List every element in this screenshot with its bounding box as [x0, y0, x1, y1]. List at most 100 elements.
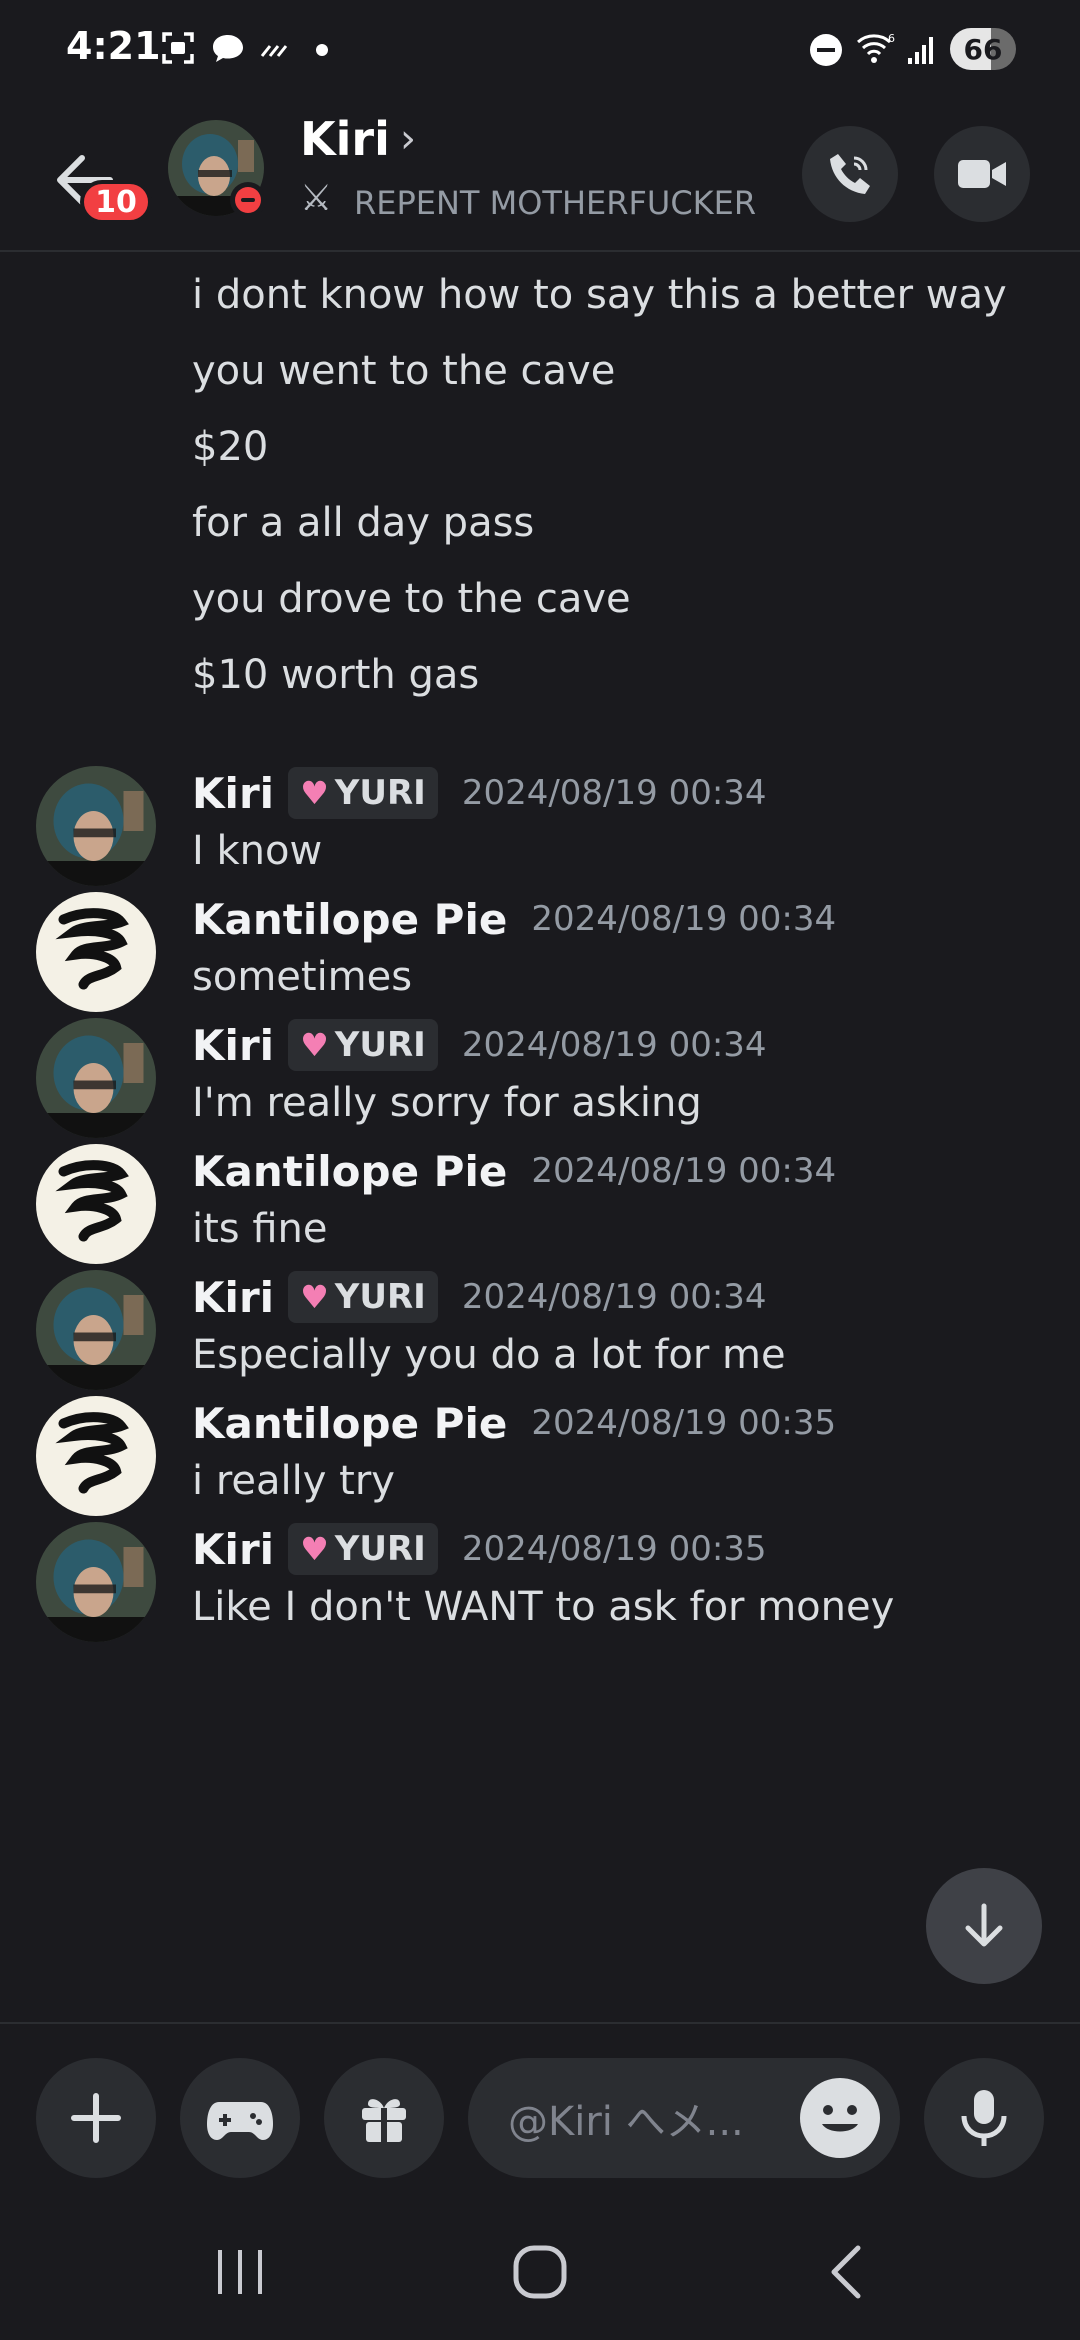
timestamp: 2024/08/19 00:34 — [531, 899, 837, 939]
role-tag: ♥ YURI — [288, 1271, 438, 1323]
message-header: Kantilope Pie 2024/08/19 00:35 — [192, 1392, 836, 1454]
game-controller-icon — [207, 2102, 273, 2140]
chevron-right-icon[interactable]: › — [400, 116, 416, 162]
timestamp: 2024/08/19 00:34 — [461, 1277, 767, 1317]
phone-icon — [830, 154, 870, 194]
microphone-icon — [961, 2090, 1007, 2146]
kiri-avatar-image — [36, 766, 156, 886]
add-attachment-button[interactable] — [36, 2058, 156, 2178]
kiri-avatar-image — [36, 1522, 156, 1642]
screenshot-icon — [162, 32, 194, 64]
role-label: YURI — [334, 773, 426, 813]
heart-icon: ♥ — [300, 1530, 329, 1568]
role-tag: ♥ YURI — [288, 767, 438, 819]
status-time: 4:21 — [66, 24, 161, 68]
kantilope-avatar-image — [36, 1396, 156, 1516]
message-text: Like I don't WANT to ask for money — [192, 1584, 895, 1630]
role-label: YURI — [334, 1529, 426, 1569]
kiri-avatar-image — [36, 1270, 156, 1390]
message-line: $10 worth gas — [192, 652, 480, 698]
gift-icon — [362, 2099, 406, 2142]
heart-icon: ♥ — [300, 774, 329, 812]
arrow-down-icon — [965, 1903, 1003, 1947]
status-bar: 4:21 6 66 — [0, 0, 1080, 100]
avatar[interactable] — [36, 766, 156, 886]
message-input-placeholder: @Kiri へメ... — [508, 2099, 744, 2145]
channel-header: 10 Kiri › ⚔ REPENT MOTHERFUCKER — [0, 100, 1080, 252]
recent-apps-button[interactable] — [200, 2242, 280, 2302]
heart-icon: ♥ — [300, 1026, 329, 1064]
message-text: sometimes — [192, 954, 413, 1000]
avatar[interactable] — [36, 1522, 156, 1642]
author-name[interactable]: Kiri — [192, 1021, 274, 1070]
activities-button[interactable] — [180, 2058, 300, 2178]
unread-badge: 10 — [80, 180, 152, 224]
data-transfer-icon — [260, 45, 288, 57]
avatar[interactable] — [36, 1396, 156, 1516]
plus-icon — [71, 2093, 121, 2143]
video-camera-icon — [958, 160, 1006, 188]
avatar[interactable] — [36, 1144, 156, 1264]
message-line: $20 — [192, 424, 269, 470]
cell-signal-icon — [908, 37, 933, 64]
kantilope-avatar-image — [36, 1144, 156, 1264]
emoji-button[interactable] — [800, 2078, 880, 2158]
timestamp: 2024/08/19 00:34 — [461, 1025, 767, 1065]
message-text: i really try — [192, 1458, 395, 1504]
author-name[interactable]: Kiri — [192, 769, 274, 818]
message-header: Kiri ♥ YURI 2024/08/19 00:35 — [192, 1518, 767, 1580]
message-list[interactable]: i dont know how to say this a better way… — [0, 252, 1080, 2022]
chat-bubble-icon — [213, 35, 243, 62]
message-header: Kiri ♥ YURI 2024/08/19 00:34 — [192, 762, 767, 824]
message-line: i dont know how to say this a better way — [192, 272, 1007, 318]
heart-icon: ♥ — [300, 1278, 329, 1316]
timestamp: 2024/08/19 00:34 — [531, 1151, 837, 1191]
gift-button[interactable] — [324, 2058, 444, 2178]
role-label: YURI — [334, 1025, 426, 1065]
home-icon — [513, 2245, 567, 2299]
crossed-swords-icon: ⚔ — [300, 178, 333, 219]
voice-message-button[interactable] — [924, 2058, 1044, 2178]
recent-apps-icon — [218, 2250, 262, 2294]
message-header: Kantilope Pie 2024/08/19 00:34 — [192, 888, 836, 950]
message-item[interactable]: Kiri ♥ YURI 2024/08/19 00:35 Like I don't… — [0, 1518, 1080, 1678]
role-label: YURI — [334, 1277, 426, 1317]
android-nav-bar — [0, 2202, 1080, 2340]
timestamp: 2024/08/19 00:35 — [531, 1403, 837, 1443]
message-line: you went to the cave — [192, 348, 616, 394]
message-text: I'm really sorry for asking — [192, 1080, 702, 1126]
kiri-avatar-image — [36, 1018, 156, 1138]
kantilope-avatar-image — [36, 892, 156, 1012]
notification-dot-icon — [316, 44, 328, 56]
do-not-disturb-icon — [810, 34, 842, 66]
jump-to-latest-button[interactable] — [926, 1868, 1042, 1984]
voice-call-button[interactable] — [802, 126, 898, 222]
author-name[interactable]: Kantilope Pie — [192, 1399, 507, 1448]
author-name[interactable]: Kiri — [192, 1525, 274, 1574]
author-name[interactable]: Kantilope Pie — [192, 895, 507, 944]
author-name[interactable]: Kiri — [192, 1273, 274, 1322]
chevron-left-icon — [831, 2245, 861, 2299]
message-header: Kiri ♥ YURI 2024/08/19 00:34 — [192, 1014, 767, 1076]
message-composer: @Kiri へメ... — [0, 2022, 1080, 2204]
message-line: for a all day pass — [192, 500, 535, 546]
do-not-disturb-status-icon — [230, 182, 266, 218]
avatar[interactable] — [36, 892, 156, 1012]
battery-indicator: 66 — [950, 28, 1016, 70]
video-call-button[interactable] — [934, 126, 1030, 222]
home-button[interactable] — [504, 2238, 576, 2306]
avatar[interactable] — [36, 1018, 156, 1138]
battery-level: 66 — [963, 32, 1003, 66]
role-tag: ♥ YURI — [288, 1019, 438, 1071]
author-name[interactable]: Kantilope Pie — [192, 1147, 507, 1196]
avatar[interactable] — [36, 1270, 156, 1390]
timestamp: 2024/08/19 00:35 — [461, 1529, 767, 1569]
back-nav-button[interactable] — [806, 2242, 886, 2302]
message-header: Kantilope Pie 2024/08/19 00:34 — [192, 1140, 836, 1202]
message-text: Especially you do a lot for me — [192, 1332, 786, 1378]
timestamp: 2024/08/19 00:34 — [461, 773, 767, 813]
message-text: its fine — [192, 1206, 328, 1252]
header-username[interactable]: Kiri — [300, 112, 390, 166]
smiley-face-icon — [822, 2105, 858, 2132]
wifi-icon: 6 — [857, 32, 895, 63]
